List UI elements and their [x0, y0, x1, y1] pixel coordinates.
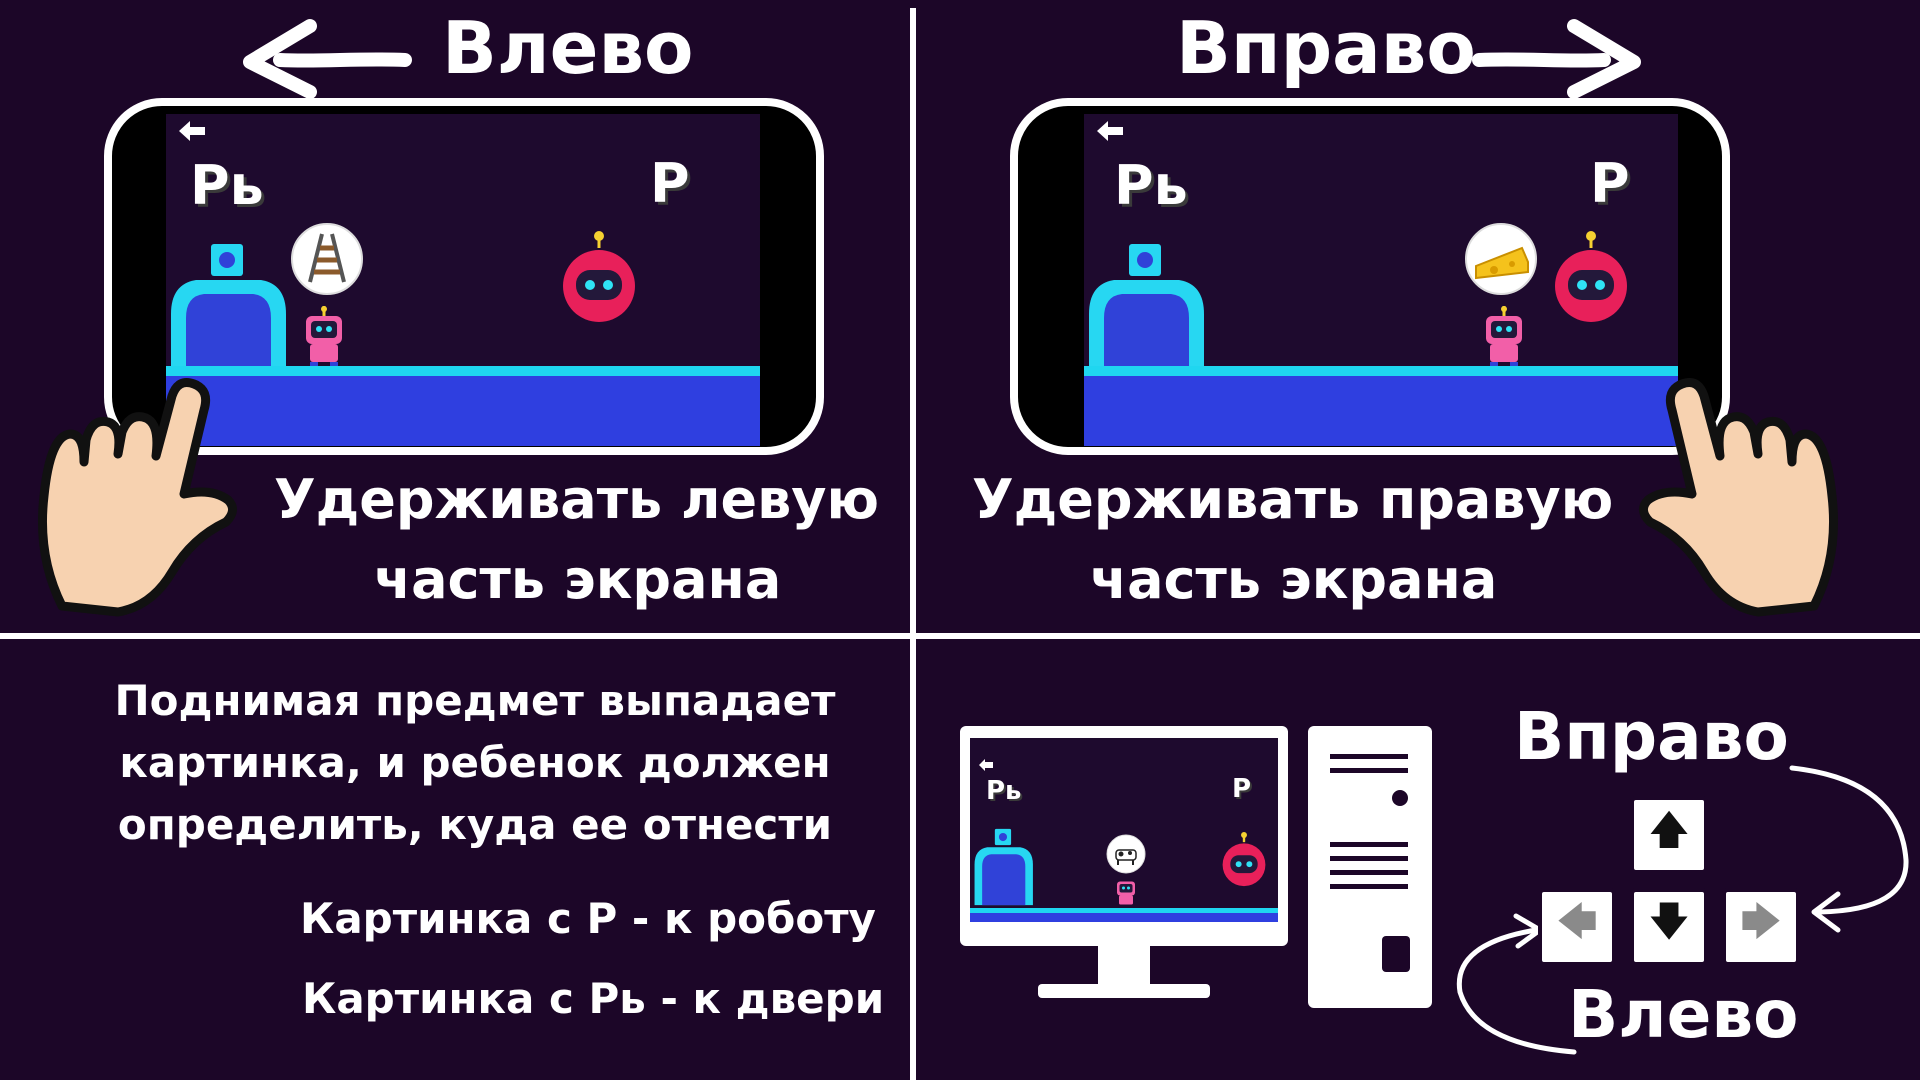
- floor-base: [1084, 376, 1678, 446]
- direction-title-left: Влево: [442, 6, 694, 90]
- keyboard-label-right: Вправо: [1514, 698, 1789, 775]
- player-robot: [306, 306, 342, 368]
- letter-soft-r: Рь: [190, 154, 264, 217]
- rule-soft-r: Картинка с Рь - к двери: [302, 974, 885, 1023]
- monitor: Рь Р: [960, 726, 1288, 946]
- monitor-letter-hard-r: Р: [1232, 774, 1252, 804]
- monitor-screen: Рь Р: [970, 738, 1278, 922]
- big-robot: [1222, 832, 1266, 887]
- game-screen-left: Рь Р: [166, 114, 760, 446]
- monitor-letter-soft-r: Рь: [986, 776, 1022, 806]
- right-arrow-icon: [1472, 19, 1641, 99]
- letter-hard-r: Р: [1590, 152, 1630, 215]
- vertical-divider: [910, 8, 916, 1080]
- player-robot: [1486, 306, 1522, 368]
- horizontal-divider: [0, 633, 1920, 639]
- curved-arrow-right-icon: [1789, 765, 1909, 933]
- pc-tower: [1308, 726, 1432, 1008]
- key-left[interactable]: 🡄: [1538, 888, 1616, 966]
- description-line3: определить, куда ее отнести: [117, 800, 833, 849]
- floor: [1084, 366, 1678, 376]
- player-robot: [1117, 881, 1135, 905]
- item-bubble-rails: [291, 223, 363, 295]
- back-arrow-icon[interactable]: [176, 118, 208, 144]
- direction-title-right: Вправо: [1176, 6, 1476, 90]
- rule-hard-r: Картинка с Р - к роботу: [300, 894, 876, 943]
- hand-pointer-icon: [38, 378, 237, 617]
- key-up[interactable]: 🡅: [1630, 796, 1708, 874]
- key-right[interactable]: 🡆: [1722, 888, 1800, 966]
- description-line1: Поднимая предмет выпадает: [114, 676, 836, 725]
- key-down[interactable]: 🡇: [1630, 888, 1708, 966]
- keyboard-label-left: Влево: [1568, 976, 1799, 1053]
- monitor-stand: [1038, 984, 1210, 998]
- back-arrow-icon[interactable]: [1094, 118, 1126, 144]
- instruction-right-line1: Удерживать правую: [972, 468, 1614, 531]
- big-robot: [1555, 231, 1627, 322]
- door-icon: [974, 828, 1033, 906]
- item-bubble-cow: [1106, 834, 1146, 874]
- floor: [166, 366, 760, 376]
- back-arrow-icon: [979, 759, 993, 771]
- hand-pointer-icon: [1639, 378, 1838, 617]
- monitor-neck: [1098, 946, 1150, 986]
- letter-hard-r: Р: [650, 152, 690, 215]
- item-bubble-cheese: [1465, 223, 1537, 295]
- letter-soft-r: Рь: [1114, 154, 1188, 217]
- left-arrow-icon: [243, 19, 412, 99]
- game-screen-right: Рь Р: [1084, 114, 1678, 446]
- description-line2: картинка, и ребенок должен: [119, 738, 831, 787]
- instruction-left-line2: часть экрана: [374, 548, 782, 611]
- instruction-left-line1: Удерживать левую: [274, 468, 879, 531]
- floor-base: [970, 913, 1278, 922]
- floor-base: [166, 376, 760, 446]
- big-robot: [563, 231, 635, 322]
- instruction-right-line2: часть экрана: [1090, 548, 1498, 611]
- phone-frame-right: Рь Р: [1010, 98, 1730, 455]
